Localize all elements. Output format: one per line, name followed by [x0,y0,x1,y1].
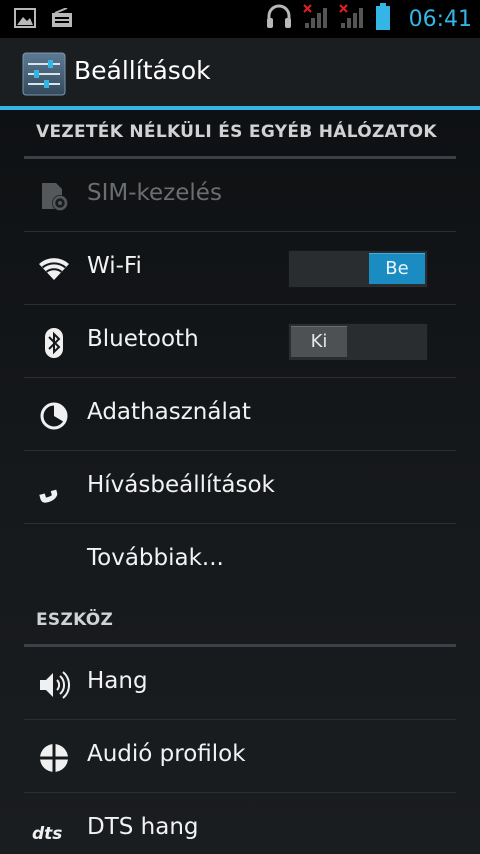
list-item-label: Bluetooth [87,326,199,352]
audio-profiles-icon [38,742,70,774]
list-item-more[interactable]: Továbbiak... [24,524,456,596]
signal-no-service-icon [302,4,329,34]
list-item-call-settings[interactable]: Hívásbeállítások [24,451,456,524]
bluetooth-icon [38,327,70,359]
notification-icons [14,7,83,32]
wifi-icon [38,254,70,286]
image-icon [14,8,36,32]
status-clock: 06:41 [408,6,472,32]
action-bar: Beállítások [0,38,480,110]
list-item-audio-profiles[interactable]: Audió profilok [24,720,456,793]
list-item-bluetooth[interactable]: Bluetooth Ki [24,305,456,378]
list-item-label: DTS hang [87,814,199,840]
dts-logo-icon: dts [32,815,76,847]
wifi-toggle[interactable]: Be [288,250,428,288]
list-item-wifi[interactable]: Wi-Fi Be [24,232,456,305]
toggle-thumb: Be [369,253,425,284]
svg-text:dts: dts [32,824,62,844]
speaker-icon [38,669,70,701]
system-icons: 06:41 [265,0,472,38]
list-item-label: Hang [87,668,148,694]
settings-sliders-icon[interactable] [22,52,66,96]
list-item-label: Adathasználat [87,399,251,425]
page-title: Beállítások [74,56,211,85]
list-item-sim-management[interactable]: SIM-kezelés [24,159,456,232]
settings-screen: 06:41 Beállítások VEZETÉK NÉLKÜLI ÉS EGY… [0,0,480,854]
section-header-device: ESZKÖZ [24,598,456,647]
toggle-thumb: Ki [291,326,347,357]
data-usage-icon [38,400,70,432]
phone-handset-icon [38,473,70,505]
list-item-data-usage[interactable]: Adathasználat [24,378,456,451]
list-item-dts-sound[interactable]: dts DTS hang [24,793,456,854]
signal-no-service-icon [338,4,365,34]
headset-icon [265,4,293,34]
radio-icon [51,7,73,32]
list-item-label: Továbbiak... [87,545,224,571]
sim-card-icon [38,181,70,213]
battery-icon [375,3,391,35]
bluetooth-toggle[interactable]: Ki [288,323,428,361]
list-item-sound[interactable]: Hang [24,647,456,720]
list-item-label: SIM-kezelés [87,180,222,206]
list-item-label: Audió profilok [87,741,246,767]
list-item-label: Wi-Fi [87,253,142,279]
list-item-label: Hívásbeállítások [87,472,275,498]
section-header-wireless: VEZETÉK NÉLKÜLI ÉS EGYÉB HÁLÓZATOK [24,110,456,159]
status-bar: 06:41 [0,0,480,38]
